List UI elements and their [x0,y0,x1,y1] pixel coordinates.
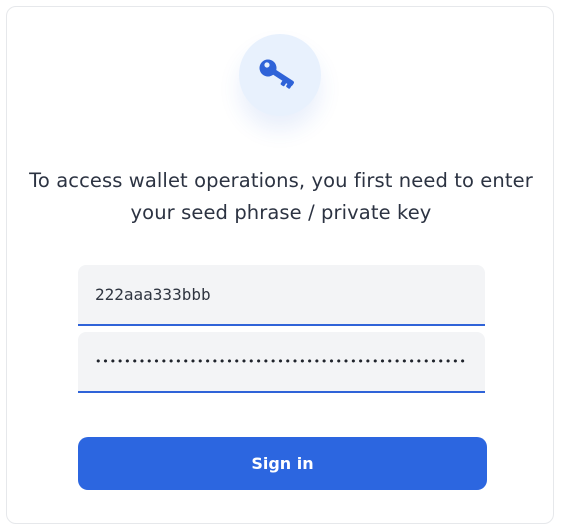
key-icon [259,59,294,89]
seed-phrase-input[interactable] [78,265,485,324]
login-card: To access wallet operations, you first n… [6,6,554,524]
seed-phrase-field[interactable] [78,265,485,326]
private-key-input[interactable] [78,332,485,391]
private-key-field[interactable] [78,332,485,393]
instruction-line-1: To access wallet operations, you first n… [29,169,533,192]
key-badge [239,34,321,116]
sign-in-button[interactable]: Sign in [78,437,487,490]
instruction-text: To access wallet operations, you first n… [27,165,535,229]
instruction-line-2: your seed phrase / private key [130,201,432,224]
